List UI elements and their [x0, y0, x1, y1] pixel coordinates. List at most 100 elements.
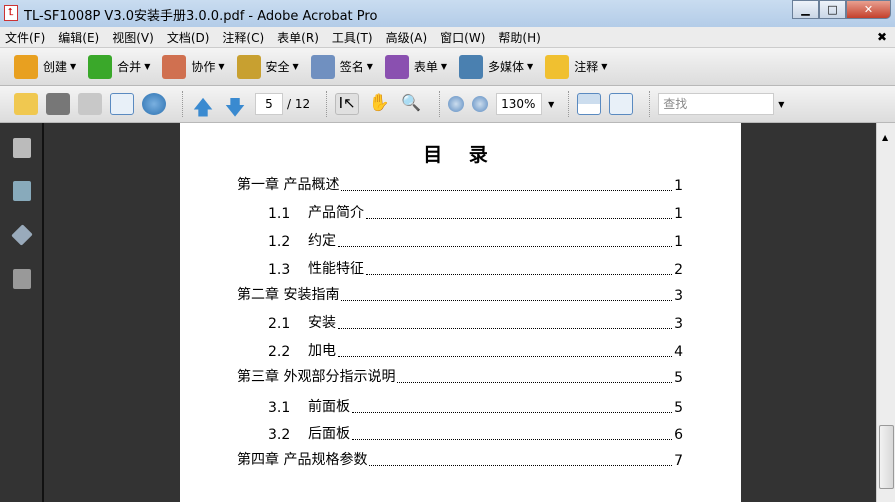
- toc-entry[interactable]: 1.3 性能特征 2: [268, 260, 683, 278]
- task-label: 协作: [191, 60, 216, 74]
- layers-icon[interactable]: [11, 224, 33, 246]
- select-tool-icon[interactable]: I↖: [335, 93, 360, 115]
- fit-width-icon[interactable]: [577, 93, 602, 115]
- separator: [649, 91, 651, 117]
- fit-page-icon[interactable]: [609, 93, 634, 115]
- task-button[interactable]: 协作 ▼: [162, 54, 225, 79]
- save-icon[interactable]: [78, 93, 102, 115]
- toc-label: 安装: [308, 315, 336, 331]
- toc-number: 2.1: [268, 316, 291, 332]
- toc-entry[interactable]: 3.2 后面板 6: [268, 425, 683, 443]
- zoom-in-icon[interactable]: [472, 96, 489, 112]
- dropdown-caret-icon: ▼: [144, 62, 151, 71]
- vertical-scrollbar[interactable]: ▲: [876, 123, 895, 502]
- toc-page: 5: [674, 400, 683, 416]
- menu-item[interactable]: 编辑(E): [58, 29, 99, 46]
- bookmarks-icon[interactable]: [13, 181, 31, 201]
- find-dropdown-icon[interactable]: ▼: [778, 100, 784, 109]
- toc-entry[interactable]: 第二章 安装指南 3: [237, 286, 683, 304]
- leader-dots: [341, 190, 673, 191]
- zoom-level-input[interactable]: 130%: [496, 93, 543, 115]
- collaborate-icon: [162, 54, 187, 79]
- multimedia-icon: [459, 54, 484, 79]
- separator: [182, 91, 183, 117]
- print-icon[interactable]: [46, 93, 70, 115]
- title-bar: ⮤ TL-SF1008P V3.0安装手册3.0.0.pdf - Adobe A…: [0, 0, 895, 27]
- toc-number: 3.2: [268, 427, 291, 443]
- signatures-icon[interactable]: [13, 269, 31, 289]
- toc-number: 3.1: [268, 400, 291, 416]
- task-button[interactable]: 表单 ▼: [384, 54, 448, 79]
- menu-item[interactable]: 高级(A): [386, 29, 428, 46]
- toc-page: 7: [674, 453, 683, 469]
- task-button[interactable]: 创建 ▼: [14, 54, 77, 79]
- toc-number: 2.2: [268, 344, 291, 360]
- minimize-button[interactable]: ▁: [792, 0, 819, 19]
- leader-dots: [338, 328, 673, 329]
- toc-entry[interactable]: 第四章 产品规格参数 7: [237, 451, 683, 469]
- menu-item[interactable]: 窗口(W): [440, 29, 485, 46]
- page-total: / 12: [287, 97, 311, 111]
- page-number-input[interactable]: 5: [255, 93, 283, 115]
- zoom-dropdown-icon[interactable]: ▼: [548, 100, 554, 109]
- toc-entry[interactable]: 第一章 产品概述 1: [237, 176, 683, 194]
- hand-tool-icon[interactable]: ✋: [367, 93, 391, 115]
- pen-icon: [310, 54, 335, 79]
- next-page-icon[interactable]: 🡇: [223, 93, 247, 119]
- pages-icon[interactable]: [13, 138, 31, 158]
- close-button[interactable]: ✕: [846, 0, 891, 19]
- dropdown-caret-icon: ▼: [70, 62, 77, 71]
- create-icon: [14, 54, 38, 79]
- toc-page: 1: [674, 178, 683, 194]
- menu-item[interactable]: 文档(D): [167, 29, 210, 46]
- tasks-toolbar: 创建 ▼ 合并 ▼ 协作 ▼ 安全 ▼ 签名 ▼ 表单 ▼ 多媒体 ▼ 注释 ▼: [0, 48, 895, 86]
- task-label: 创建: [43, 60, 68, 74]
- toc-label: 约定: [308, 233, 336, 249]
- menu-item[interactable]: 视图(V): [112, 29, 154, 46]
- marquee-zoom-icon[interactable]: 🔍: [399, 93, 423, 115]
- menu-item[interactable]: 注释(C): [222, 29, 264, 46]
- task-label: 签名: [339, 60, 364, 74]
- task-label: 安全: [265, 60, 290, 74]
- previous-page-icon[interactable]: 🡅: [191, 93, 215, 119]
- toc-entry[interactable]: 1.1 产品简介 1: [268, 204, 683, 222]
- pdf-icon: ⮤: [4, 5, 18, 21]
- menu-item[interactable]: 帮助(H): [498, 29, 540, 46]
- toc-entry[interactable]: 第三章 外观部分指示说明 5: [237, 368, 683, 386]
- separator: [568, 91, 570, 117]
- toc-label: 性能特征: [308, 261, 364, 277]
- toc-label: 第二章 安装指南: [237, 287, 340, 303]
- toc-entry[interactable]: 2.1 安装 3: [268, 314, 683, 332]
- menu-item[interactable]: 工具(T): [332, 29, 373, 46]
- toc-page: 4: [674, 344, 683, 360]
- menu-item[interactable]: 表单(R): [277, 29, 319, 46]
- close-document-icon[interactable]: ✖: [877, 30, 887, 44]
- upload-web-icon[interactable]: [142, 93, 166, 115]
- toc-number: 1.3: [268, 262, 291, 278]
- zoom-out-icon[interactable]: [448, 96, 465, 112]
- task-button[interactable]: 合并 ▼: [88, 54, 151, 79]
- toc-label: 产品简介: [308, 205, 364, 221]
- leader-dots: [366, 274, 673, 275]
- open-icon[interactable]: [14, 93, 38, 115]
- task-button[interactable]: 注释 ▼: [545, 54, 607, 79]
- menu-bar: ✖ 文件(F) 编辑(E) 视图(V) 文档(D) 注释(C) 表单(R) 工具(T) 高级(…: [0, 27, 895, 48]
- menu-item[interactable]: 文件(F): [5, 29, 45, 46]
- toc-entry[interactable]: 1.2 约定 1: [268, 232, 683, 250]
- find-input[interactable]: 查找: [658, 93, 775, 115]
- task-button[interactable]: 安全 ▼: [236, 54, 299, 79]
- toc-entry[interactable]: 2.2 加电 4: [268, 342, 683, 360]
- task-button[interactable]: 签名 ▼: [310, 54, 373, 79]
- dropdown-caret-icon: ▼: [440, 62, 448, 71]
- toc-page: 5: [674, 370, 683, 386]
- maximize-button[interactable]: □: [819, 0, 846, 19]
- task-button[interactable]: 多媒体 ▼: [459, 54, 533, 79]
- scroll-thumb[interactable]: [879, 425, 894, 489]
- task-label: 表单: [413, 60, 438, 74]
- toc-number: 1.1: [268, 206, 291, 222]
- toc-entry[interactable]: 3.1 前面板 5: [268, 398, 683, 416]
- toc-page: 2: [674, 262, 683, 278]
- scroll-up-icon[interactable]: ▲: [882, 133, 888, 142]
- combine-icon: [88, 54, 113, 79]
- email-icon[interactable]: [110, 93, 134, 115]
